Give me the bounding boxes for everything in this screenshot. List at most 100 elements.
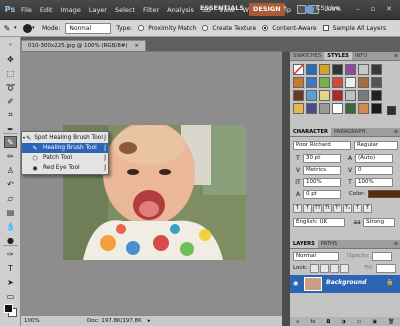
style-swatch[interactable] <box>306 103 317 114</box>
lasso-tool-icon[interactable]: ➰ <box>4 81 17 93</box>
style-swatch[interactable] <box>358 77 369 88</box>
tab-info[interactable]: INFO <box>352 52 370 60</box>
menu-filter[interactable]: Filter <box>139 6 163 14</box>
opacity-field[interactable] <box>371 251 392 261</box>
status-menu-arrow-icon[interactable]: ▸ <box>148 318 151 324</box>
shape-tool-icon[interactable]: ▭ <box>4 290 17 302</box>
style-swatch[interactable] <box>371 90 382 101</box>
style-swatch[interactable] <box>358 103 369 114</box>
menu-edit[interactable]: Edit <box>36 6 57 14</box>
kerning-field[interactable]: Metrics <box>303 165 341 175</box>
foreground-color-swatch[interactable] <box>4 304 13 313</box>
text-color-swatch[interactable] <box>368 190 400 198</box>
adjustment-layer-icon[interactable]: ◑ <box>341 319 345 325</box>
language-select[interactable]: English: UK <box>293 217 345 227</box>
panel-menu-icon[interactable]: ≡ <box>394 240 400 248</box>
style-swatch[interactable] <box>332 90 343 101</box>
minimize-button[interactable]: – <box>352 4 364 14</box>
style-swatch[interactable] <box>371 77 382 88</box>
proximity-match-radio[interactable] <box>138 25 145 31</box>
flyout-item-healing-brush[interactable]: ✎ Healing Brush Tool J <box>22 143 108 153</box>
new-style-icon[interactable] <box>387 106 396 115</box>
style-swatch[interactable] <box>319 103 330 114</box>
style-swatch[interactable] <box>345 77 356 88</box>
style-swatch[interactable] <box>332 103 343 114</box>
faux-italic-button[interactable]: T <box>303 203 312 213</box>
crop-tool-icon[interactable]: ⌗ <box>4 109 17 121</box>
new-group-icon[interactable]: ▭ <box>357 319 362 325</box>
style-swatch[interactable] <box>293 90 304 101</box>
menu-select[interactable]: Select <box>111 6 139 14</box>
faux-bold-button[interactable]: T <box>293 203 302 213</box>
layer-style-icon[interactable]: fx <box>311 319 316 325</box>
style-swatch[interactable] <box>371 64 382 75</box>
font-size-field[interactable]: 30 pt <box>303 153 341 163</box>
clone-stamp-tool-icon[interactable]: ♙ <box>4 164 17 176</box>
menu-image[interactable]: Image <box>56 6 84 14</box>
blur-tool-icon[interactable]: 💧 <box>4 220 17 232</box>
style-swatch[interactable] <box>358 64 369 75</box>
gradient-tool-icon[interactable]: ▤ <box>4 206 17 218</box>
tab-character[interactable]: CHARACTER <box>290 128 332 136</box>
panel-menu-icon[interactable]: ≡ <box>394 128 400 136</box>
layer-name[interactable]: Background <box>326 279 366 286</box>
style-swatch[interactable] <box>306 90 317 101</box>
strikethrough-button[interactable]: T <box>363 203 372 213</box>
style-swatch[interactable] <box>306 64 317 75</box>
marquee-tool-icon[interactable]: ⬚ <box>4 67 17 79</box>
sample-all-layers-checkbox[interactable] <box>322 25 329 31</box>
layer-mask-icon[interactable]: ◘ <box>326 319 330 325</box>
style-swatch[interactable] <box>345 103 356 114</box>
content-aware-radio[interactable] <box>262 25 269 31</box>
style-swatch[interactable] <box>332 64 343 75</box>
cs-live-button[interactable]: CS Live <box>316 4 340 12</box>
flyout-item-spot-healing[interactable]: • ✎ Spot Healing Brush Tool J <box>22 133 108 143</box>
brush-tool-icon[interactable]: ✏ <box>4 150 17 162</box>
menu-file[interactable]: File <box>17 6 36 14</box>
underline-button[interactable]: T <box>353 203 362 213</box>
tab-paragraph[interactable]: PARAGRAPH <box>331 128 368 136</box>
history-brush-tool-icon[interactable]: ↶ <box>4 178 17 190</box>
vertical-scale-field[interactable]: 100% <box>303 177 341 187</box>
menu-layer[interactable]: Layer <box>85 6 111 14</box>
mode-select[interactable]: Normal <box>65 22 112 34</box>
tab-styles[interactable]: STYLES <box>324 52 352 60</box>
close-button[interactable]: ✕ <box>383 4 395 14</box>
tab-layers[interactable]: LAYERS <box>290 240 318 248</box>
delete-layer-icon[interactable]: 🗑 <box>388 319 394 325</box>
cs-live-icon[interactable] <box>305 5 314 14</box>
eraser-tool-icon[interactable]: ▱ <box>4 192 17 204</box>
menu-analysis[interactable]: Analysis <box>163 6 198 14</box>
style-swatch[interactable] <box>306 77 317 88</box>
new-layer-icon[interactable]: ▣ <box>372 319 377 325</box>
collapse-toolbox-icon[interactable]: » <box>4 39 17 51</box>
tab-swatches[interactable]: SWATCHES <box>290 52 324 60</box>
healing-brush-tool-icon[interactable]: ✎ <box>4 136 17 148</box>
horizontal-scale-field[interactable]: 100% <box>355 177 393 187</box>
small-caps-button[interactable]: Tt <box>323 203 332 213</box>
baseline-shift-field[interactable]: 0 pt <box>303 189 341 199</box>
document-tab[interactable]: 010-300x225.jpg @ 100% (RGB/8#) × <box>21 40 146 51</box>
link-layers-icon[interactable]: ∞ <box>295 319 299 325</box>
type-tool-icon[interactable]: T <box>4 262 17 274</box>
all-caps-button[interactable]: TT <box>313 203 322 213</box>
style-swatch[interactable] <box>345 90 356 101</box>
font-style-select[interactable]: Regular <box>354 140 398 150</box>
lock-position-icon[interactable] <box>330 263 340 273</box>
workspace-more-icon[interactable]: » <box>283 4 287 11</box>
quick-selection-tool-icon[interactable]: ✐ <box>4 95 17 107</box>
style-swatch[interactable] <box>371 103 382 114</box>
lock-image-icon[interactable] <box>320 263 330 273</box>
flyout-item-red-eye[interactable]: ◉ Red Eye Tool J <box>22 163 108 173</box>
move-tool-icon[interactable]: ✥ <box>4 53 17 65</box>
style-swatch[interactable] <box>345 64 356 75</box>
style-swatch[interactable] <box>332 77 343 88</box>
style-swatch[interactable] <box>293 64 304 75</box>
visibility-eye-icon[interactable]: ◉ <box>293 280 298 287</box>
tool-preset-arrow-icon[interactable]: ▾ <box>14 25 20 31</box>
style-swatch[interactable] <box>319 77 330 88</box>
create-texture-radio[interactable] <box>202 25 209 31</box>
close-document-icon[interactable]: × <box>134 43 139 49</box>
lock-transparent-icon[interactable] <box>310 263 320 273</box>
style-swatch[interactable] <box>293 77 304 88</box>
